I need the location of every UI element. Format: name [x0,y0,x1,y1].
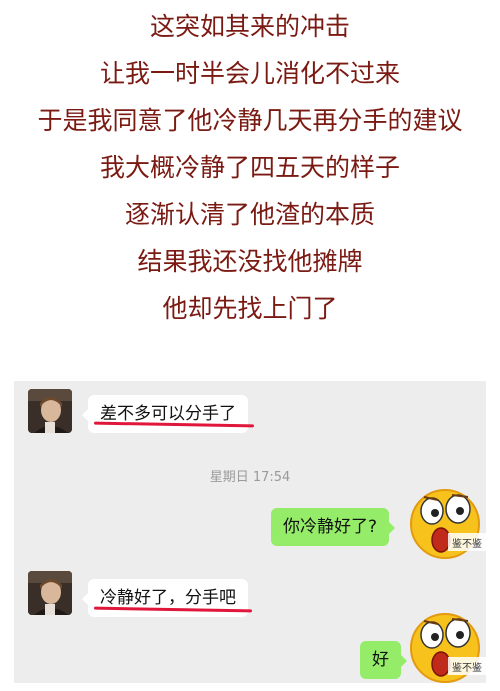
chat-timestamp: 星期日 17:54 [209,470,291,485]
caption-line-7: 他却先找上门了 [162,294,338,323]
contact-portrait-icon [28,571,72,615]
chat-screenshot: 差不多可以分手了 星期日 17:54 你冷静好了? 鉴不鉴 冷静好了，分手吧 好… [14,381,486,683]
sticker-watermark: 鉴不鉴 [452,539,482,550]
outgoing-message-bubble[interactable]: 你冷静好了? [271,508,396,546]
caption-line-2: 让我一时半会儿消化不过来 [99,59,400,88]
shocked-face-icon [410,613,486,683]
contact-avatar[interactable] [28,571,72,615]
caption-line-4: 我大概冷静了四五天的样子 [99,153,400,182]
contact-avatar[interactable] [28,389,72,433]
caption-line-3: 于是我同意了他冷静几天再分手的建议 [37,106,463,135]
outgoing-message-bubble[interactable]: 好 [360,641,407,679]
incoming-message-bubble[interactable]: 差不多可以分手了 [82,395,248,433]
caption-line-6: 结果我还没找他摊牌 [137,247,363,276]
shocked-emoji-sticker[interactable]: 鉴不鉴 [408,609,486,687]
shocked-emoji-sticker[interactable]: 鉴不鉴 [408,485,486,563]
caption-line-1: 这突如其来的冲击 [149,12,350,41]
caption-line-5: 逐渐认清了他渣的本质 [124,200,375,229]
shocked-face-icon [410,489,486,559]
contact-portrait-icon [28,389,72,433]
sticker-watermark: 鉴不鉴 [452,663,482,674]
